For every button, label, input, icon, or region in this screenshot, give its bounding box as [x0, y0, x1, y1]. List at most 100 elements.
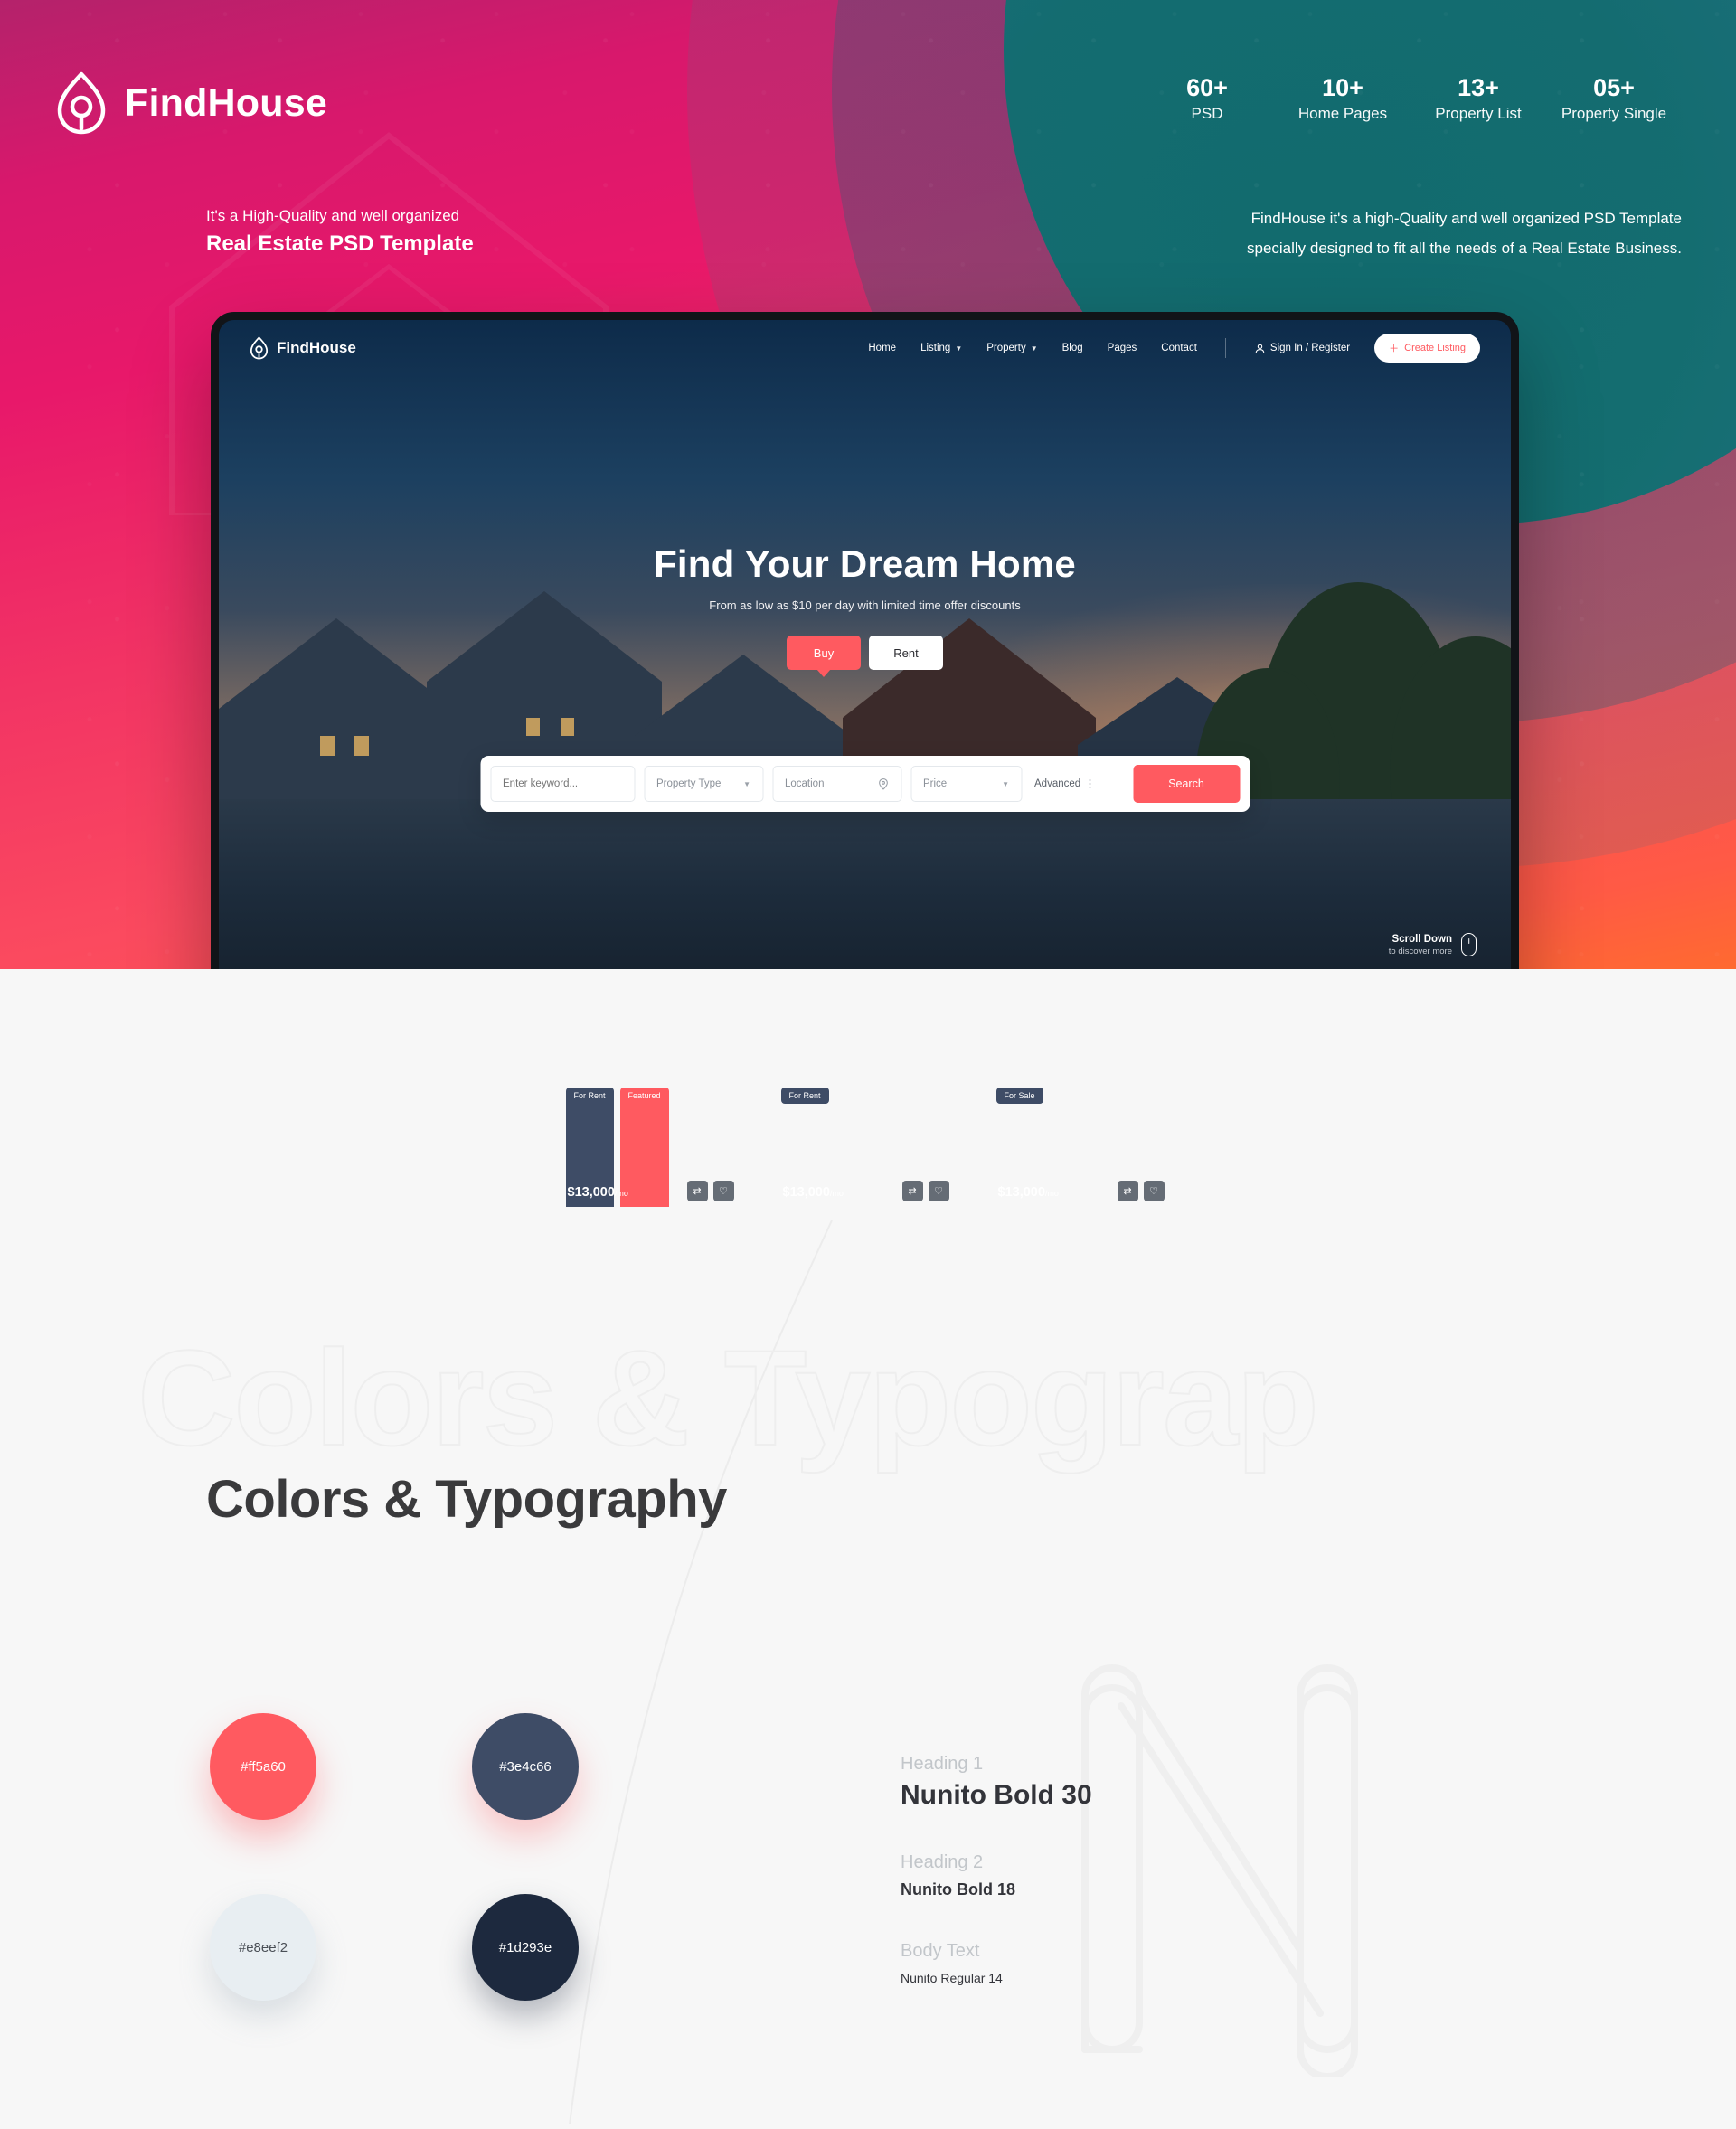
nav-item-blog[interactable]: Blog [1062, 343, 1083, 353]
card-actions: ⇄ ♡ [686, 1181, 734, 1201]
user-icon [1255, 344, 1265, 353]
tagline-small: It's a High-Quality and well organized [206, 207, 460, 224]
status-badge: For Rent [780, 1088, 829, 1104]
nav-item-contact[interactable]: Contact [1161, 343, 1197, 353]
mockup-hero: FindHouse Home Listing ▼ Property ▼ Blog P… [219, 320, 1511, 980]
property-type-select[interactable]: Property Type ▼ [644, 766, 763, 802]
typography-label: Body Text [901, 1941, 980, 1961]
color-swatch-grid: #ff5a60 #3e4c66 #e8eef2 #1d293e [210, 1713, 590, 2001]
header-stats: 60+ PSD 10+ Home Pages 13+ Property List… [1139, 74, 1682, 126]
search-keyword-input[interactable] [490, 766, 635, 802]
mouse-icon [1461, 933, 1477, 956]
stat-item: 13+ Property List [1410, 74, 1546, 126]
house-pin-icon [57, 71, 106, 135]
nav-item-property[interactable]: Property ▼ [986, 343, 1037, 353]
property-price: $13,000/mo [568, 1185, 628, 1200]
mockup-nav-menu: Home Listing ▼ Property ▼ Blog Pages Conta… [868, 334, 1480, 363]
price-unit: /mo [614, 1189, 628, 1198]
mockup-brand[interactable]: FindHouse [250, 336, 356, 360]
price-value: $13,000 [782, 1185, 830, 1200]
hero-title: Find Your Dream Home [654, 542, 1076, 585]
house-pin-icon [250, 336, 269, 360]
tab-rent[interactable]: Rent [869, 636, 943, 670]
stat-label: PSD [1191, 105, 1223, 123]
sign-in-register-link[interactable]: Sign In / Register [1254, 343, 1350, 354]
badge-row: For Sale [995, 1088, 1043, 1104]
nav-label: Home [868, 343, 897, 353]
property-price: $13,000/mo [783, 1185, 844, 1200]
scroll-down-text: Scroll Down to discover more [1389, 934, 1452, 956]
stat-number: 13+ [1458, 74, 1499, 101]
hero-subtitle: From as low as $10 per day with limited … [709, 598, 1021, 612]
heart-icon[interactable]: ♡ [928, 1181, 949, 1201]
property-price: $13,000/mo [998, 1185, 1059, 1200]
stat-item: 10+ Home Pages [1275, 74, 1410, 126]
mockup-navbar: FindHouse Home Listing ▼ Property ▼ Blog P… [219, 320, 1511, 376]
mockup-brand-name: FindHouse [277, 339, 356, 356]
sign-in-label: Sign In / Register [1269, 343, 1351, 353]
compare-icon[interactable]: ⇄ [901, 1181, 923, 1201]
nav-item-pages[interactable]: Pages [1108, 343, 1137, 353]
brand-name: FindHouse [125, 80, 327, 125]
color-swatch-dark: #1d293e [472, 1894, 579, 2001]
vertical-dots-icon [1089, 779, 1091, 788]
intro-line-1: FindHouse it's a high-Quality and well o… [1250, 210, 1682, 227]
scroll-down-title: Scroll Down [1392, 933, 1452, 945]
color-swatch-secondary: #3e4c66 [472, 1713, 579, 1820]
nav-label: Contact [1161, 343, 1197, 353]
create-listing-button[interactable]: ＋ Create Listing [1374, 334, 1480, 363]
buy-rent-tabs: Buy Rent [219, 636, 1511, 670]
nav-item-listing[interactable]: Listing ▼ [920, 343, 962, 353]
section-title: Colors & Typography [206, 1470, 727, 1529]
card-actions: ⇄ ♡ [901, 1181, 949, 1201]
chevron-down-icon: ▼ [955, 344, 963, 353]
compare-icon[interactable]: ⇄ [1117, 1181, 1138, 1201]
property-type-label: Property Type [656, 778, 722, 789]
chevron-down-icon: ▼ [1030, 344, 1038, 353]
stat-number: 05+ [1593, 74, 1635, 101]
typography-label: Heading 1 [901, 1754, 984, 1774]
hero-copy: Find Your Dream Home From as low as $10 … [219, 542, 1511, 670]
stat-item: 05+ Property Single [1546, 74, 1682, 126]
scroll-down-subtitle: to discover more [1388, 946, 1452, 956]
tab-buy[interactable]: Buy [787, 636, 861, 670]
location-label: Location [785, 778, 825, 789]
compare-icon[interactable]: ⇄ [686, 1181, 708, 1201]
status-badge: For Sale [995, 1088, 1043, 1104]
stat-label: Home Pages [1297, 105, 1388, 123]
nav-item-home[interactable]: Home [868, 343, 896, 353]
property-search-bar: Property Type ▼ Location Price ▼ Advance… [480, 756, 1250, 812]
stat-item: 60+ PSD [1139, 74, 1275, 126]
advanced-filter-toggle[interactable]: Advanced [1031, 778, 1091, 789]
heart-icon[interactable]: ♡ [1143, 1181, 1165, 1201]
heart-icon[interactable]: ♡ [712, 1181, 734, 1201]
plus-icon: ＋ [1389, 344, 1400, 354]
typography-specimen: Heading 1 Nunito Bold 30 Heading 2 Nunit… [901, 1754, 1092, 1985]
price-value: $13,000 [567, 1185, 615, 1200]
chevron-down-icon: ▼ [1002, 779, 1009, 788]
typography-sample: Nunito Bold 30 [901, 1780, 1092, 1810]
swatch-row: #ff5a60 #3e4c66 [210, 1713, 590, 1820]
tagline-large: Real Estate PSD Template [206, 231, 474, 257]
search-button[interactable]: Search [1133, 765, 1240, 803]
typography-sample: Nunito Regular 14 [901, 1971, 1003, 1985]
stat-label: Property Single [1561, 105, 1667, 123]
scroll-down-indicator[interactable]: Scroll Down to discover more [1389, 933, 1477, 956]
stat-number: 10+ [1322, 74, 1363, 101]
create-listing-label: Create Listing [1404, 343, 1466, 353]
typography-label: Heading 2 [901, 1852, 984, 1872]
price-unit: /mo [1044, 1189, 1059, 1198]
typography-heading-2: Heading 2 Nunito Bold 18 [901, 1852, 1092, 1899]
card-actions: ⇄ ♡ [1117, 1181, 1165, 1201]
chevron-down-icon: ▼ [743, 779, 750, 788]
price-value: $13,000 [997, 1185, 1045, 1200]
header-intro: FindHouse it's a high-Quality and well o… [1247, 203, 1682, 263]
advanced-label: Advanced [1034, 778, 1081, 789]
nav-label: Blog [1061, 343, 1083, 353]
price-label: Price [923, 778, 948, 789]
location-input[interactable]: Location [772, 766, 901, 802]
stat-label: Property List [1435, 105, 1522, 123]
color-swatch-light: #e8eef2 [210, 1894, 316, 2001]
typography-sample: Nunito Bold 18 [901, 1880, 1015, 1898]
price-select[interactable]: Price ▼ [910, 766, 1022, 802]
